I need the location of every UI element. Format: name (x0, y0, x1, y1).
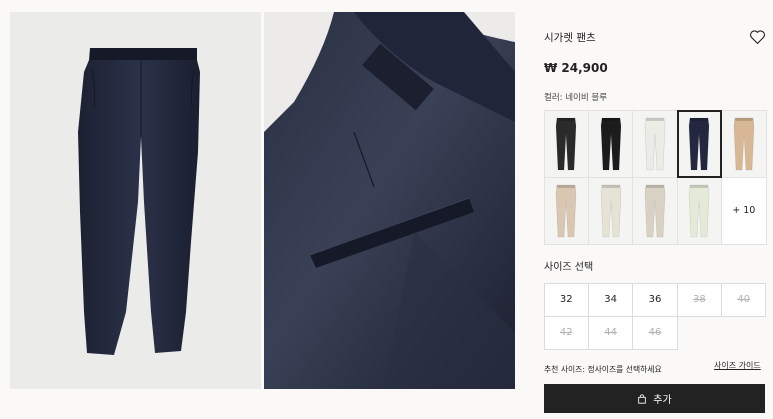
size-option-32[interactable]: 32 (543, 282, 589, 317)
size-recommendation: 추천 사이즈: 정사이즈를 선택하세요 (544, 365, 662, 374)
size-option-38: 38 (676, 282, 723, 317)
navy-trousers-front-photo (78, 48, 200, 355)
trousers-icon (600, 184, 621, 237)
color-swatch-navy-trousers[interactable] (676, 109, 723, 178)
color-swatch-cream-trousers[interactable] (587, 176, 634, 245)
color-swatch-black-trousers-2[interactable] (587, 109, 634, 178)
trousers-icon (644, 117, 666, 170)
size-option-42: 42 (543, 315, 589, 350)
trousers-icon (600, 117, 621, 170)
color-swatch-light-beige-trousers[interactable] (543, 176, 589, 245)
color-swatch-black-trousers[interactable] (543, 109, 589, 178)
trousers-icon (555, 184, 577, 237)
more-colors-button[interactable]: + 10 (721, 176, 767, 245)
trousers-icon (644, 184, 666, 237)
size-option-44: 44 (587, 315, 634, 350)
size-grid: 32 34 36 38 40 42 44 46 (543, 282, 767, 350)
product-info-panel: 시가렛 팬츠 ₩ 24,900 컬러: 네이비 블루 + 10 사이즈 선택 3… (543, 0, 773, 419)
size-option-40: 40 (721, 282, 767, 317)
product-title: 시가렛 팬츠 (544, 32, 596, 44)
color-swatch-grid: + 10 (543, 109, 767, 245)
navy-trousers-pocket-closeup-photo (264, 12, 515, 389)
size-option-46: 46 (632, 315, 678, 350)
color-swatch-white-trousers[interactable] (632, 109, 678, 178)
product-price: ₩ 24,900 (544, 61, 608, 75)
trousers-icon (689, 117, 710, 170)
color-label: 컬러: 네이비 블루 (544, 93, 608, 103)
color-swatch-beige-trousers[interactable] (721, 109, 767, 178)
size-guide-link[interactable]: 사이즈 가이드 (714, 360, 761, 371)
size-section-title: 사이즈 선택 (544, 262, 594, 273)
color-swatch-mint-trousers[interactable] (676, 176, 723, 245)
trousers-icon (689, 184, 710, 237)
product-image-detail[interactable] (264, 12, 515, 389)
size-option-36[interactable]: 36 (632, 282, 678, 317)
color-swatch-sand-trousers[interactable] (632, 176, 678, 245)
trousers-icon (555, 117, 577, 170)
shopping-bag-icon (638, 393, 647, 404)
trousers-icon (733, 117, 755, 170)
product-image-main[interactable] (10, 12, 261, 389)
add-to-cart-button[interactable]: 추가 (544, 384, 765, 413)
add-to-cart-label: 추가 (653, 395, 672, 406)
heart-icon[interactable] (749, 29, 766, 45)
size-option-34[interactable]: 34 (587, 282, 634, 317)
